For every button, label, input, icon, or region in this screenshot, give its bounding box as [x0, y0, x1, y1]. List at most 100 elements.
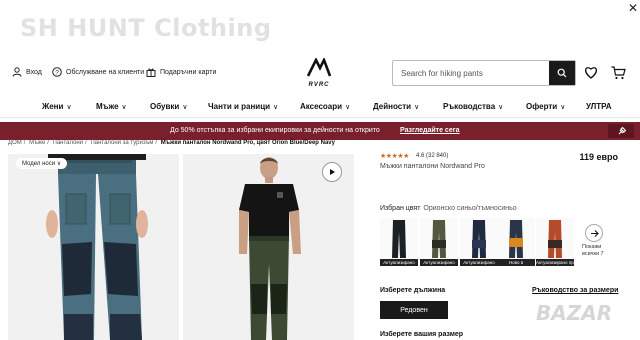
swatches-next-button[interactable]: [585, 224, 603, 242]
chevron-down-icon: ∨: [498, 104, 504, 111]
nav-item-women[interactable]: Жени ∨: [42, 102, 72, 111]
length-label: Изберете дължина: [380, 287, 446, 294]
swatch-pants-image: [548, 220, 562, 258]
promo-text: До 50% отстъпка за избрани екипировки за…: [170, 127, 380, 134]
login-label: Вход: [26, 68, 42, 76]
swatch-badge: Актуализирано: [380, 259, 418, 266]
nav-item-shoes[interactable]: Обувки ∨: [150, 102, 187, 111]
breadcrumb-item[interactable]: Панталони за туризъм: [90, 140, 153, 146]
breadcrumb-item[interactable]: ДОМ: [8, 140, 22, 146]
chevron-down-icon: ∨: [66, 104, 72, 111]
model-illustration: [183, 154, 354, 340]
service-label: Обслужване на клиенти: [66, 68, 145, 76]
promo-banner: До 50% отстъпка за избрани екипировки за…: [0, 122, 640, 140]
nav-item-accessories[interactable]: Аксесоари ∨: [300, 102, 350, 111]
search-input[interactable]: [393, 61, 549, 85]
close-icon[interactable]: ✕: [628, 2, 638, 14]
product-subtitle: Мъжки панталони Nordwand Pro: [380, 163, 485, 170]
nav-label: Дейности: [373, 102, 412, 111]
color-swatch[interactable]: Актуализирано през лятото: [536, 218, 574, 266]
play-video-button[interactable]: [322, 162, 342, 182]
swatch-pants-image: [392, 220, 406, 258]
nav-item-offers[interactable]: Оферти ∨: [526, 102, 565, 111]
nav-label: Аксесоари: [300, 102, 343, 111]
site-header: Вход ? Обслужване на клиенти Подаръчни к…: [0, 56, 640, 88]
model-tag-label: Модел носи: [22, 161, 56, 167]
product-info: ★★★★★ 4.6 (32 840) 119 евро Мъжки пантал…: [380, 152, 632, 170]
gift-label: Подаръчни карти: [160, 68, 217, 76]
wishlist-button[interactable]: [584, 66, 598, 84]
selected-color: Избран цвят Орионско синьо/тъмносиньо: [380, 205, 517, 212]
arrow-right-icon: [590, 229, 599, 237]
login-link[interactable]: Вход: [12, 67, 42, 77]
color-swatch[interactable]: Ново в: [497, 218, 535, 266]
play-icon: [330, 169, 335, 175]
cart-icon: [611, 66, 626, 80]
chevron-down-icon: ∨: [182, 104, 188, 111]
breadcrumb-current: Мъжки панталон Nordwand Pro, цвят Orion …: [160, 140, 335, 146]
product-price: 119 евро: [579, 152, 618, 162]
nav-label: УЛТРА: [586, 102, 612, 111]
gift-cards-link[interactable]: Подаръчни карти: [146, 67, 216, 77]
promo-pin-button[interactable]: [608, 124, 634, 138]
product-image-pants[interactable]: Модел носи ∨: [8, 154, 179, 340]
color-swatch[interactable]: Актуализирано: [380, 218, 418, 266]
nav-label: Оферти: [526, 102, 558, 111]
length-option-regular[interactable]: Редовен: [380, 301, 448, 319]
swatch-badge: Актуализирано: [420, 259, 458, 266]
color-label: Избран цвят: [380, 205, 421, 212]
breadcrumb: ДОМ / Мъже / Панталони / Панталони за туриз…: [8, 140, 335, 146]
nav-label: Жени: [42, 102, 64, 111]
swatch-pants-image: [432, 220, 446, 258]
nav-label: Обувки: [150, 102, 180, 111]
question-icon: ?: [52, 67, 62, 77]
color-swatch[interactable]: Актуализирано: [420, 218, 458, 266]
rating-count[interactable]: 4.6 (32 840): [416, 153, 448, 159]
nav-item-men[interactable]: Мъже ∨: [96, 102, 127, 111]
breadcrumb-item[interactable]: Мъже: [29, 140, 45, 146]
swatch-badge: Актуализирано: [460, 259, 498, 266]
chevron-down-icon: ∨: [121, 104, 127, 111]
search-box: [392, 60, 576, 86]
swatch-pants-image: [509, 220, 523, 258]
svg-text:BAZAR: BAZAR: [536, 301, 612, 325]
nav-label: Ръководства: [443, 102, 496, 111]
product-image-model[interactable]: [183, 154, 354, 340]
main-nav: Жени ∨ Мъже ∨ Обувки ∨ Чанти и раници ∨ Аксе…: [0, 98, 640, 118]
breadcrumb-item[interactable]: Панталони: [53, 140, 84, 146]
logo-mark: [304, 56, 334, 82]
size-label: Изберете вашия размер: [380, 331, 464, 338]
color-value: Орионско синьо/тъмносиньо: [423, 205, 517, 212]
chevron-down-icon: ∨: [345, 104, 351, 111]
logo-text: RVRC: [308, 82, 330, 88]
color-swatch[interactable]: Актуализирано: [460, 218, 498, 266]
size-guide-link[interactable]: Ръководство за размери: [532, 287, 618, 294]
swatch-pants-image: [472, 220, 486, 258]
nav-item-activities[interactable]: Дейности ∨: [373, 102, 419, 111]
bazar-watermark-logo: BAZAR: [536, 301, 612, 325]
nav-label: Мъже: [96, 102, 119, 111]
chevron-down-icon: ∨: [56, 161, 62, 167]
svg-text:?: ?: [55, 69, 59, 76]
search-icon: [557, 68, 567, 78]
model-wears-toggle[interactable]: Модел носи ∨: [16, 158, 68, 169]
brand-logo[interactable]: RVRC: [302, 56, 336, 88]
pin-icon: [618, 126, 626, 134]
user-icon: [12, 67, 22, 77]
search-button[interactable]: [549, 61, 575, 85]
chevron-down-icon: ∨: [273, 104, 279, 111]
show-all-colors[interactable]: Покажи всички 7: [582, 244, 616, 258]
chevron-down-icon: ∨: [560, 104, 566, 111]
nav-item-ultra[interactable]: УЛТРА: [586, 102, 612, 111]
watermark-text: SH HUNT Clothing: [20, 14, 272, 42]
nav-item-bags[interactable]: Чанти и раници ∨: [208, 102, 278, 111]
cart-button[interactable]: [611, 66, 626, 85]
nav-item-guides[interactable]: Ръководства ∨: [443, 102, 503, 111]
heart-icon: [585, 67, 597, 79]
swatch-badge: Актуализирано през лятото: [536, 259, 574, 266]
nav-label: Чанти и раници: [208, 102, 271, 111]
promo-link[interactable]: Разгледайте сега: [400, 127, 460, 134]
customer-service-link[interactable]: ? Обслужване на клиенти: [52, 67, 144, 77]
swatch-badge: Ново в: [497, 259, 535, 266]
chevron-down-icon: ∨: [414, 104, 420, 111]
